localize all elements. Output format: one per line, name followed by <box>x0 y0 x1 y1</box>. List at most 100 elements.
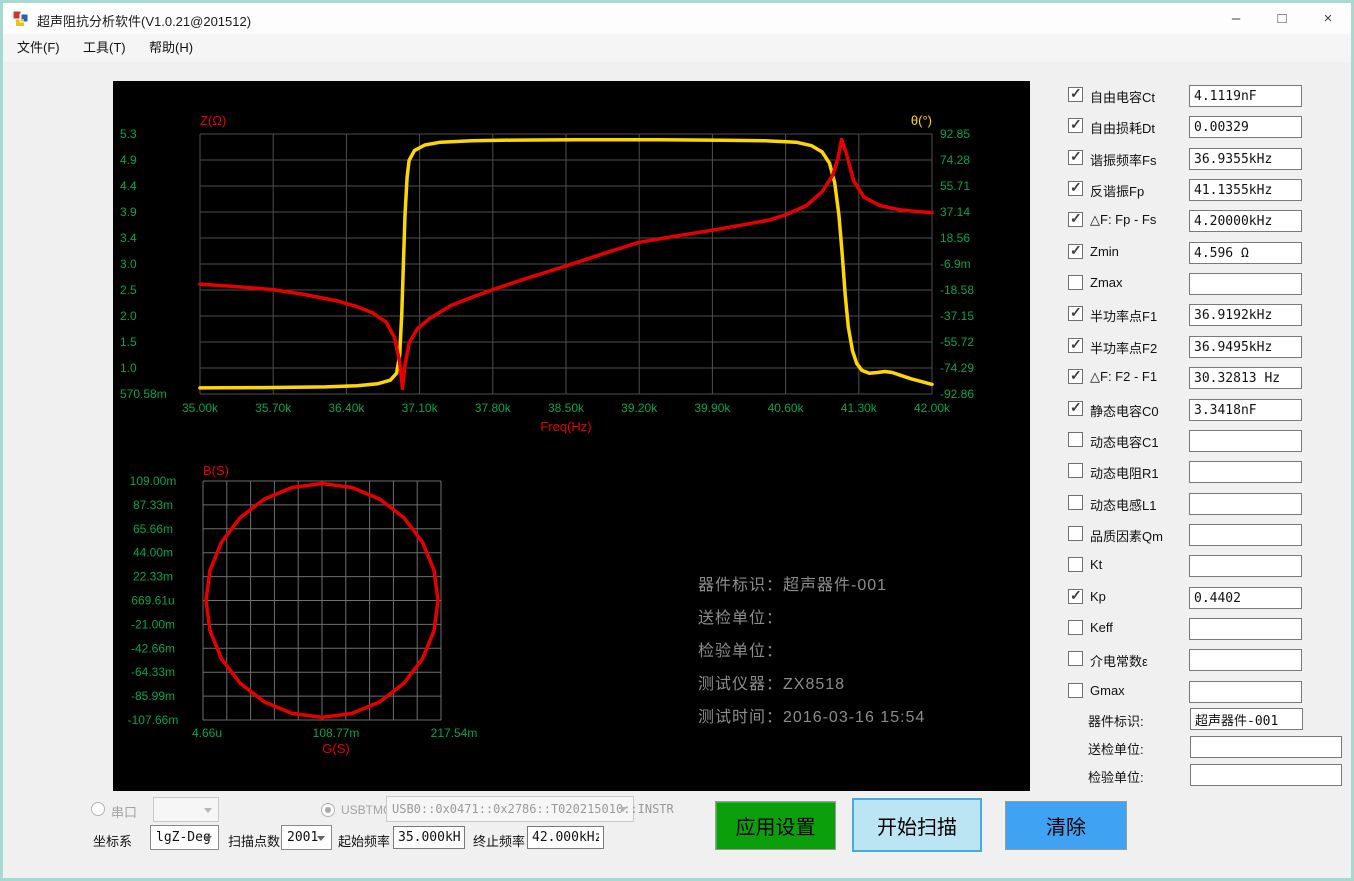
usbtmc-address-dropdown[interactable]: USB0::0x0471::0x2786::T020215010::INSTR <box>386 796 674 822</box>
result-value-input[interactable] <box>1189 399 1302 421</box>
menu-file[interactable]: 文件(F) <box>9 34 68 62</box>
app-icon <box>12 10 29 26</box>
result-value-input[interactable] <box>1189 367 1302 389</box>
result-checkbox[interactable] <box>1068 242 1083 259</box>
stop-freq-label: 终止频率 <box>473 834 526 849</box>
result-value-input[interactable] <box>1189 304 1302 326</box>
menu-help[interactable]: 帮助(H) <box>141 34 201 62</box>
result-label: 自由电容Ct <box>1090 90 1156 105</box>
sweep-points-dropdown[interactable]: 2001 <box>281 825 332 850</box>
svg-text:Z(Ω): Z(Ω) <box>200 113 226 128</box>
svg-text:2.0: 2.0 <box>120 309 137 323</box>
result-checkbox[interactable] <box>1068 651 1083 666</box>
stop-freq-input[interactable] <box>527 826 604 849</box>
result-value-input[interactable] <box>1189 555 1302 577</box>
svg-text:4.9: 4.9 <box>120 153 137 167</box>
serial-radio-label: 串口 <box>111 805 138 820</box>
svg-text:3.4: 3.4 <box>120 231 137 245</box>
result-checkbox[interactable] <box>1068 275 1083 290</box>
svg-text:-21.00m: -21.00m <box>131 617 175 631</box>
result-row: Gmax <box>1068 681 1351 703</box>
result-row: 动态电容C1 <box>1068 430 1351 452</box>
result-label: Kp <box>1090 589 1106 604</box>
result-checkbox[interactable] <box>1068 432 1083 447</box>
result-checkbox[interactable] <box>1068 116 1083 133</box>
svg-text:Freq(Hz): Freq(Hz) <box>540 419 591 434</box>
info-inspector: 检验单位： <box>698 643 784 660</box>
start-freq-label: 起始频率 <box>338 834 391 849</box>
result-value-input[interactable] <box>1189 493 1302 515</box>
svg-text:-74.29: -74.29 <box>940 361 974 375</box>
apply-settings-button[interactable]: 应用设置 <box>715 801 836 850</box>
result-label: 介电常数ε <box>1090 654 1148 669</box>
device-info-overlay: 器件标识：超声器件-001 送检单位： 检验单位： 测试仪器：ZX8518 测试… <box>698 569 1028 734</box>
result-value-input[interactable] <box>1189 681 1302 703</box>
result-checkbox[interactable] <box>1068 210 1083 227</box>
result-value-input[interactable] <box>1189 116 1302 138</box>
result-value-input[interactable] <box>1189 587 1302 609</box>
coord-system-label: 坐标系 <box>93 834 133 849</box>
result-row: △F: F2 - F1 <box>1068 367 1351 389</box>
result-value-input[interactable] <box>1189 430 1302 452</box>
field-input[interactable] <box>1190 764 1342 786</box>
result-value-input[interactable] <box>1189 148 1302 170</box>
menu-tools[interactable]: 工具(T) <box>75 34 134 62</box>
result-checkbox[interactable] <box>1068 304 1083 321</box>
result-value-input[interactable] <box>1189 85 1302 107</box>
result-checkbox[interactable] <box>1068 336 1083 353</box>
usbtmc-radio[interactable] <box>321 803 335 817</box>
svg-text:35.70k: 35.70k <box>255 401 292 415</box>
result-value-input[interactable] <box>1189 210 1302 232</box>
result-label: 动态电感L1 <box>1090 498 1157 513</box>
result-checkbox[interactable] <box>1068 148 1083 165</box>
svg-text:38.50k: 38.50k <box>548 401 585 415</box>
svg-text:109.00m: 109.00m <box>130 474 177 488</box>
svg-text:669.61u: 669.61u <box>131 594 174 608</box>
result-checkbox[interactable] <box>1068 463 1083 478</box>
chevron-down-icon <box>204 807 212 813</box>
coord-system-dropdown[interactable]: lgZ-Deg <box>150 825 219 850</box>
result-checkbox[interactable] <box>1068 526 1083 541</box>
result-checkbox[interactable] <box>1068 399 1083 416</box>
result-checkbox[interactable] <box>1068 179 1083 196</box>
svg-text:87.33m: 87.33m <box>133 498 173 512</box>
svg-text:570.58m: 570.58m <box>120 387 167 401</box>
result-label: △F: F2 - F1 <box>1090 369 1158 384</box>
result-value-input[interactable] <box>1189 273 1302 295</box>
result-label: 反谐振Fp <box>1090 184 1145 199</box>
field-input[interactable] <box>1190 708 1303 730</box>
result-checkbox[interactable] <box>1068 495 1083 510</box>
result-value-input[interactable] <box>1189 242 1302 264</box>
maximize-button[interactable]: □ <box>1259 3 1305 34</box>
result-checkbox[interactable] <box>1068 683 1083 698</box>
result-checkbox[interactable] <box>1068 620 1083 635</box>
field-input[interactable] <box>1190 736 1342 758</box>
result-checkbox[interactable] <box>1068 587 1083 604</box>
field-label: 检验单位: <box>1088 770 1144 785</box>
result-checkbox[interactable] <box>1068 367 1083 384</box>
svg-text:40.60k: 40.60k <box>768 401 805 415</box>
result-value-input[interactable] <box>1189 179 1302 201</box>
result-checkbox[interactable] <box>1068 557 1083 572</box>
clear-button[interactable]: 清除 <box>1005 801 1127 850</box>
usbtmc-radio-label: USBTMC <box>341 803 392 817</box>
svg-text:-64.33m: -64.33m <box>131 665 175 679</box>
result-value-input[interactable] <box>1189 618 1302 640</box>
title-bar: 超声阻抗分析软件(V1.0.21@201512) – □ × <box>3 3 1351 34</box>
serial-radio[interactable] <box>91 802 105 816</box>
result-value-input[interactable] <box>1189 649 1302 671</box>
close-button[interactable]: × <box>1305 3 1351 34</box>
result-value-input[interactable] <box>1189 336 1302 358</box>
start-freq-input[interactable] <box>393 826 465 849</box>
result-value-input[interactable] <box>1189 461 1302 483</box>
result-row: 介电常数ε <box>1068 649 1351 671</box>
start-scan-button[interactable]: 开始扫描 <box>852 798 982 852</box>
result-value-input[interactable] <box>1189 524 1302 546</box>
svg-text:2.5: 2.5 <box>120 283 137 297</box>
minimize-button[interactable]: – <box>1213 3 1259 34</box>
svg-text:-42.66m: -42.66m <box>131 641 175 655</box>
serial-port-dropdown[interactable] <box>153 797 219 822</box>
result-row: 半功率点F1 <box>1068 304 1351 326</box>
result-checkbox[interactable] <box>1068 85 1083 102</box>
svg-text:-18.58: -18.58 <box>940 283 974 297</box>
